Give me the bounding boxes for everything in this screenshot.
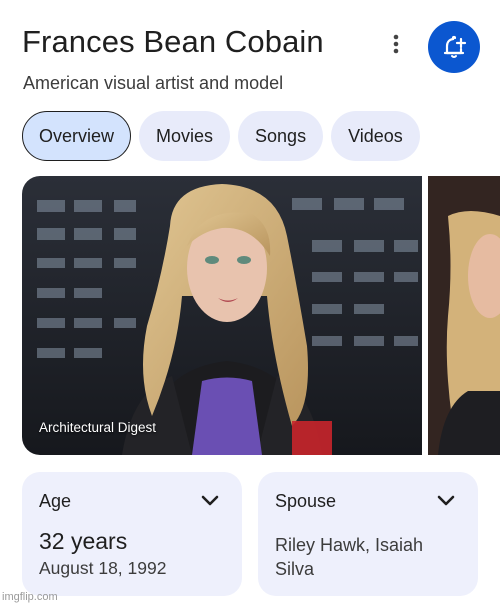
page-subtitle: American visual artist and model	[23, 73, 284, 93]
follow-button[interactable]	[428, 21, 480, 73]
chevron-down-icon[interactable]	[436, 494, 456, 508]
tab-overview[interactable]: Overview	[22, 111, 132, 161]
tab-bar: Overview Movies Songs Videos	[22, 111, 420, 161]
watermark: imgflip.com	[2, 591, 58, 603]
chevron-down-icon[interactable]	[200, 494, 220, 508]
more-options-button[interactable]	[382, 30, 410, 58]
spouse-card[interactable]: Spouse Riley Hawk, Isaiah Silva	[258, 472, 478, 596]
next-photo[interactable]	[428, 176, 500, 455]
tab-videos[interactable]: Videos	[331, 111, 420, 161]
portrait-photo-partial	[428, 176, 500, 455]
tab-movies[interactable]: Movies	[139, 111, 231, 161]
tab-songs[interactable]: Songs	[238, 111, 324, 161]
age-value: 32 years	[39, 528, 128, 554]
image-source-caption: Architectural Digest	[39, 420, 157, 435]
main-photo[interactable]: Architectural Digest	[22, 176, 422, 455]
more-vert-icon	[393, 34, 399, 54]
portrait-photo	[22, 176, 422, 455]
page-title: Frances Bean Cobain	[22, 24, 324, 59]
spouse-label: Spouse	[275, 491, 337, 511]
birth-date: August 18, 1992	[39, 558, 167, 578]
spouse-value: Riley Hawk, Isaiah Silva	[275, 535, 424, 579]
age-card[interactable]: Age 32 years August 18, 1992	[22, 472, 242, 596]
add-alert-icon	[443, 35, 467, 58]
age-label: Age	[39, 491, 72, 511]
